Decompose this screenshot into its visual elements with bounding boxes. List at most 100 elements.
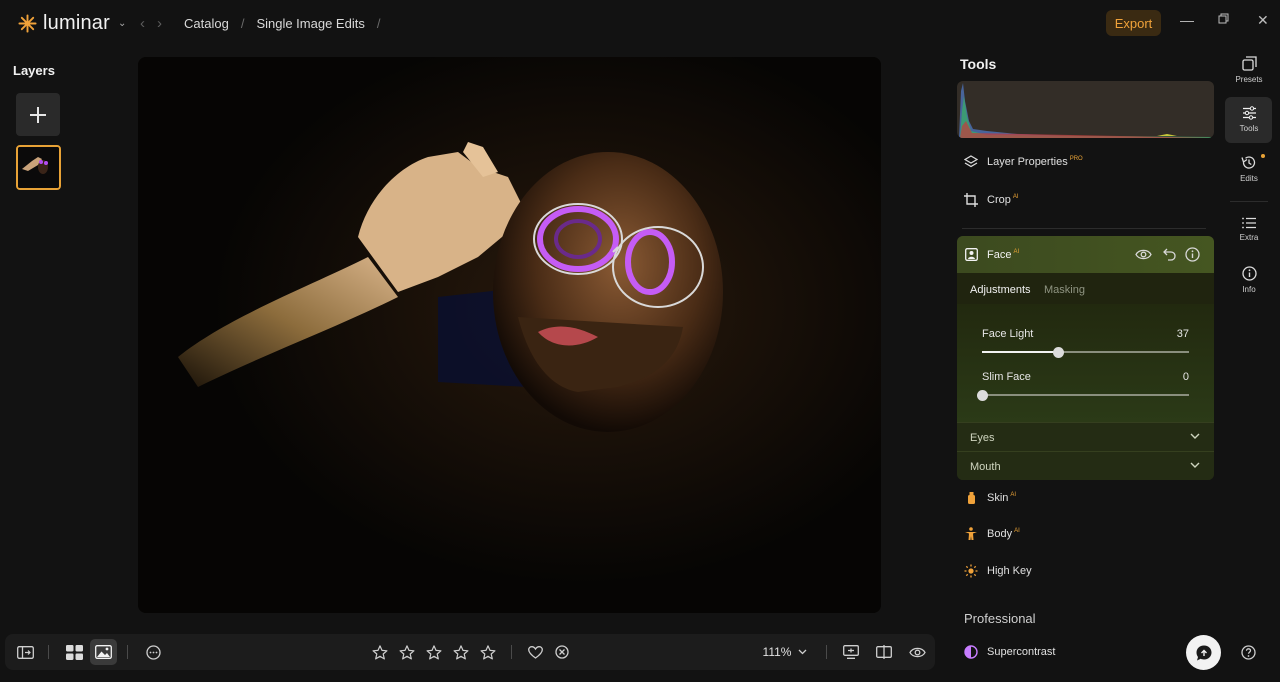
favorite-heart-icon[interactable] [525, 634, 545, 670]
edits-indicator-dot [1261, 154, 1265, 158]
tool-supercontrast[interactable]: Supercontrast [964, 645, 1055, 659]
crop-icon [964, 193, 978, 207]
strip-label: Edits [1240, 174, 1258, 183]
ai-badge: AI [1013, 249, 1020, 256]
face-tool-header[interactable]: Face AI [957, 236, 1214, 273]
slider-label: Slim Face [982, 371, 1031, 383]
eyes-section[interactable]: Eyes [957, 422, 1214, 452]
strip-info[interactable]: Info [1226, 266, 1272, 294]
visibility-eye-icon[interactable] [1135, 248, 1152, 261]
tool-skin[interactable]: Skin AI [964, 491, 1016, 505]
slider-value: 37 [1176, 328, 1189, 340]
high-key-sun-icon [964, 564, 978, 578]
compare-icon[interactable] [873, 634, 895, 670]
strip-label: Info [1242, 285, 1256, 294]
grid-view-icon[interactable] [62, 634, 86, 670]
zoom-dropdown[interactable]: 111% [757, 634, 813, 670]
slider-label: Face Light [982, 328, 1034, 340]
plus-icon [29, 106, 47, 124]
strip-label: Presets [1235, 75, 1263, 84]
close-window-icon[interactable]: ✕ [1257, 12, 1269, 29]
strip-extra[interactable]: Extra [1226, 217, 1272, 242]
ai-badge: AI [1010, 492, 1017, 499]
zoom-value: 111% [762, 645, 792, 659]
minimize-icon[interactable]: — [1180, 12, 1194, 28]
history-icon [1241, 155, 1257, 170]
mouth-section[interactable]: Mouth [957, 451, 1214, 480]
strip-edits[interactable]: Edits [1226, 155, 1272, 183]
photo-canvas[interactable] [138, 57, 881, 613]
layer-thumbnail[interactable] [16, 145, 61, 190]
help-icon[interactable] [1241, 645, 1256, 660]
separator [48, 645, 49, 659]
single-image-view-icon[interactable] [91, 634, 115, 670]
tool-label: Supercontrast [987, 646, 1056, 658]
reset-undo-icon[interactable] [1163, 247, 1176, 261]
slider-knob[interactable] [976, 390, 988, 401]
list-icon [1242, 217, 1256, 229]
tab-adjustments[interactable]: Adjustments [970, 284, 1031, 296]
section-label: Mouth [970, 461, 1001, 473]
forward-arrow-icon[interactable]: › [157, 15, 162, 32]
face-tool-label: Face [987, 249, 1012, 261]
face-tool-panel: Face AI Adjustments Masking Face Light 37… [957, 236, 1214, 480]
tool-body[interactable]: Body AI [964, 527, 1020, 541]
star-icon[interactable] [424, 634, 444, 670]
tool-label: Crop [987, 194, 1011, 206]
star-icon[interactable] [397, 634, 417, 670]
tools-title: Tools [960, 56, 997, 72]
export-button[interactable]: Export [1106, 10, 1161, 36]
breadcrumb: ‹ › Catalog / Single Image Edits / [140, 15, 380, 32]
strip-label: Extra [1239, 233, 1259, 242]
strip-presets[interactable]: Presets [1226, 56, 1272, 84]
face-tabs: Adjustments Masking [957, 273, 1214, 304]
strip-label: Tools [1239, 124, 1259, 133]
info-icon [1241, 266, 1257, 281]
restore-window-icon[interactable] [1218, 13, 1229, 24]
face-adjustments: Face Light 37 Slim Face 0 [957, 304, 1214, 422]
slim-face-slider[interactable] [982, 394, 1189, 396]
divider [1230, 201, 1268, 202]
star-icon[interactable] [370, 634, 390, 670]
breadcrumb-separator: / [376, 16, 381, 31]
star-icon[interactable] [451, 634, 471, 670]
slider-knob[interactable] [1053, 347, 1065, 358]
sidebar-toggle-icon[interactable] [13, 634, 37, 670]
back-arrow-icon[interactable]: ‹ [140, 15, 145, 32]
layers-stack-icon [964, 155, 978, 169]
tool-label: Layer Properties [987, 156, 1068, 168]
breadcrumb-separator: / [240, 16, 245, 31]
bottom-toolbar: 111% [5, 634, 935, 670]
tool-high-key[interactable]: High Key [964, 564, 1032, 578]
preview-eye-icon[interactable] [906, 634, 928, 670]
chat-assistant-button[interactable] [1186, 635, 1221, 670]
breadcrumb-single-image-edits[interactable]: Single Image Edits [256, 16, 364, 31]
section-label: Eyes [970, 432, 995, 444]
more-options-icon[interactable] [141, 634, 165, 670]
strip-tools[interactable]: Tools [1226, 106, 1272, 133]
presets-icon [1241, 56, 1257, 71]
tab-masking[interactable]: Masking [1044, 284, 1085, 296]
chevron-down-icon: ⌄ [117, 18, 127, 29]
add-layer-button[interactable] [16, 93, 60, 136]
info-icon[interactable] [1185, 247, 1200, 262]
fit-screen-icon[interactable] [840, 634, 862, 670]
body-figure-icon [964, 527, 978, 541]
breadcrumb-catalog[interactable]: Catalog [184, 16, 229, 31]
slider-value: 0 [1182, 371, 1189, 383]
ai-badge: AI [1012, 194, 1019, 201]
face-portrait-icon [965, 248, 978, 261]
sliders-icon [1242, 106, 1257, 120]
reject-icon[interactable] [552, 634, 572, 670]
separator [511, 645, 512, 659]
tool-label: High Key [987, 565, 1032, 577]
tool-layer-properties[interactable]: Layer Properties PRO [964, 155, 1083, 169]
app-logo-text: luminar [43, 12, 110, 34]
layers-title: Layers [13, 63, 55, 78]
star-icon[interactable] [478, 634, 498, 670]
chevron-down-icon [1190, 433, 1200, 440]
pro-badge: PRO [1069, 156, 1083, 163]
chat-bubble-icon [1195, 644, 1213, 662]
tool-crop[interactable]: Crop AI [964, 193, 1019, 207]
app-menu-button[interactable]: luminar ⌄ [18, 12, 126, 35]
